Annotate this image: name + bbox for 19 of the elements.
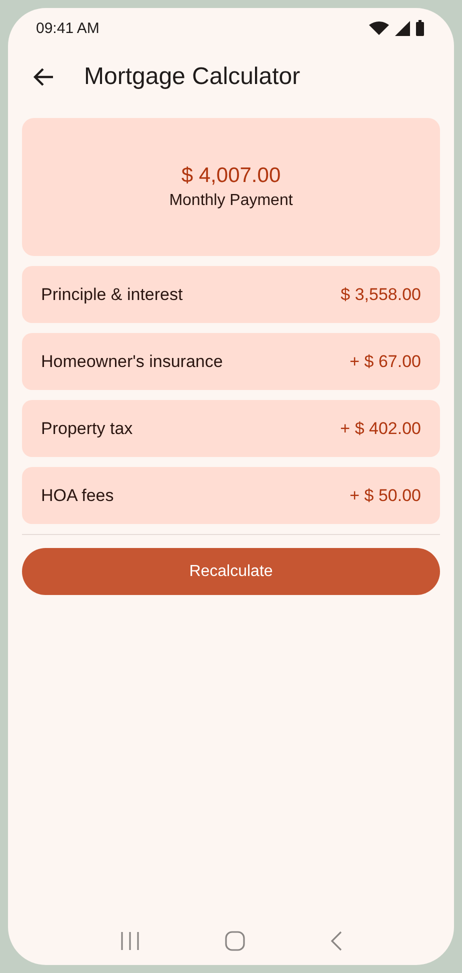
cost-amount: + $ 402.00 bbox=[340, 418, 421, 438]
battery-icon bbox=[416, 20, 424, 36]
cost-amount: $ 3,558.00 bbox=[340, 284, 421, 304]
back-nav-button[interactable] bbox=[330, 931, 342, 951]
wifi-icon bbox=[369, 21, 389, 35]
recents-button[interactable] bbox=[120, 932, 140, 950]
cost-amount: + $ 50.00 bbox=[350, 486, 421, 506]
cost-label: Principle & interest bbox=[41, 284, 183, 304]
screen-title: Mortgage Calculator bbox=[84, 63, 300, 91]
cost-label: Homeowner's insurance bbox=[41, 352, 223, 372]
cost-label: Property tax bbox=[41, 418, 133, 438]
home-button[interactable] bbox=[224, 931, 245, 951]
cost-label: HOA fees bbox=[41, 486, 114, 506]
payment-amount: $ 4,007.00 bbox=[181, 164, 281, 188]
recalculate-button[interactable]: Recalculate bbox=[22, 548, 440, 595]
signal-icon bbox=[395, 20, 410, 36]
payment-label: Monthly Payment bbox=[169, 192, 293, 210]
cost-amount: + $ 67.00 bbox=[350, 352, 421, 372]
status-time: 09:41 AM bbox=[36, 20, 100, 36]
